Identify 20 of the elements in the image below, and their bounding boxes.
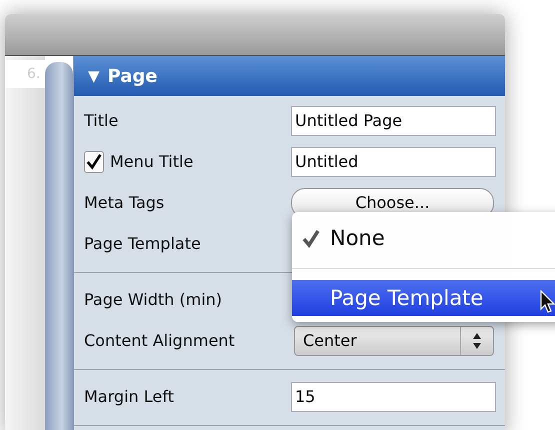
- section-title: Page: [108, 66, 158, 86]
- field-label: Title: [84, 111, 118, 130]
- section-header[interactable]: ▼ Page: [74, 56, 505, 96]
- scroll-bar[interactable]: [45, 62, 73, 430]
- select-dropdown[interactable]: Center: [294, 326, 494, 356]
- checkbox[interactable]: [84, 150, 104, 172]
- text-field[interactable]: 15: [291, 382, 496, 412]
- checkmark-icon: [301, 228, 321, 248]
- field-label: Menu Title: [110, 152, 194, 171]
- text-field[interactable]: Untitled Page: [291, 106, 496, 136]
- field-label: Page Template: [84, 234, 201, 253]
- text-field[interactable]: Untitled: [291, 146, 496, 176]
- field-label: Content Alignment: [84, 331, 235, 350]
- mouse-pointer-icon: [540, 290, 555, 314]
- menu-item[interactable]: None: [292, 220, 555, 256]
- disclosure-triangle[interactable]: ▼: [88, 67, 100, 85]
- menu-item[interactable]: Page Template: [292, 280, 555, 316]
- field-label: Page Width (min): [84, 290, 222, 309]
- field-label: Margin Left: [84, 387, 174, 406]
- field-label: Meta Tags: [84, 193, 164, 212]
